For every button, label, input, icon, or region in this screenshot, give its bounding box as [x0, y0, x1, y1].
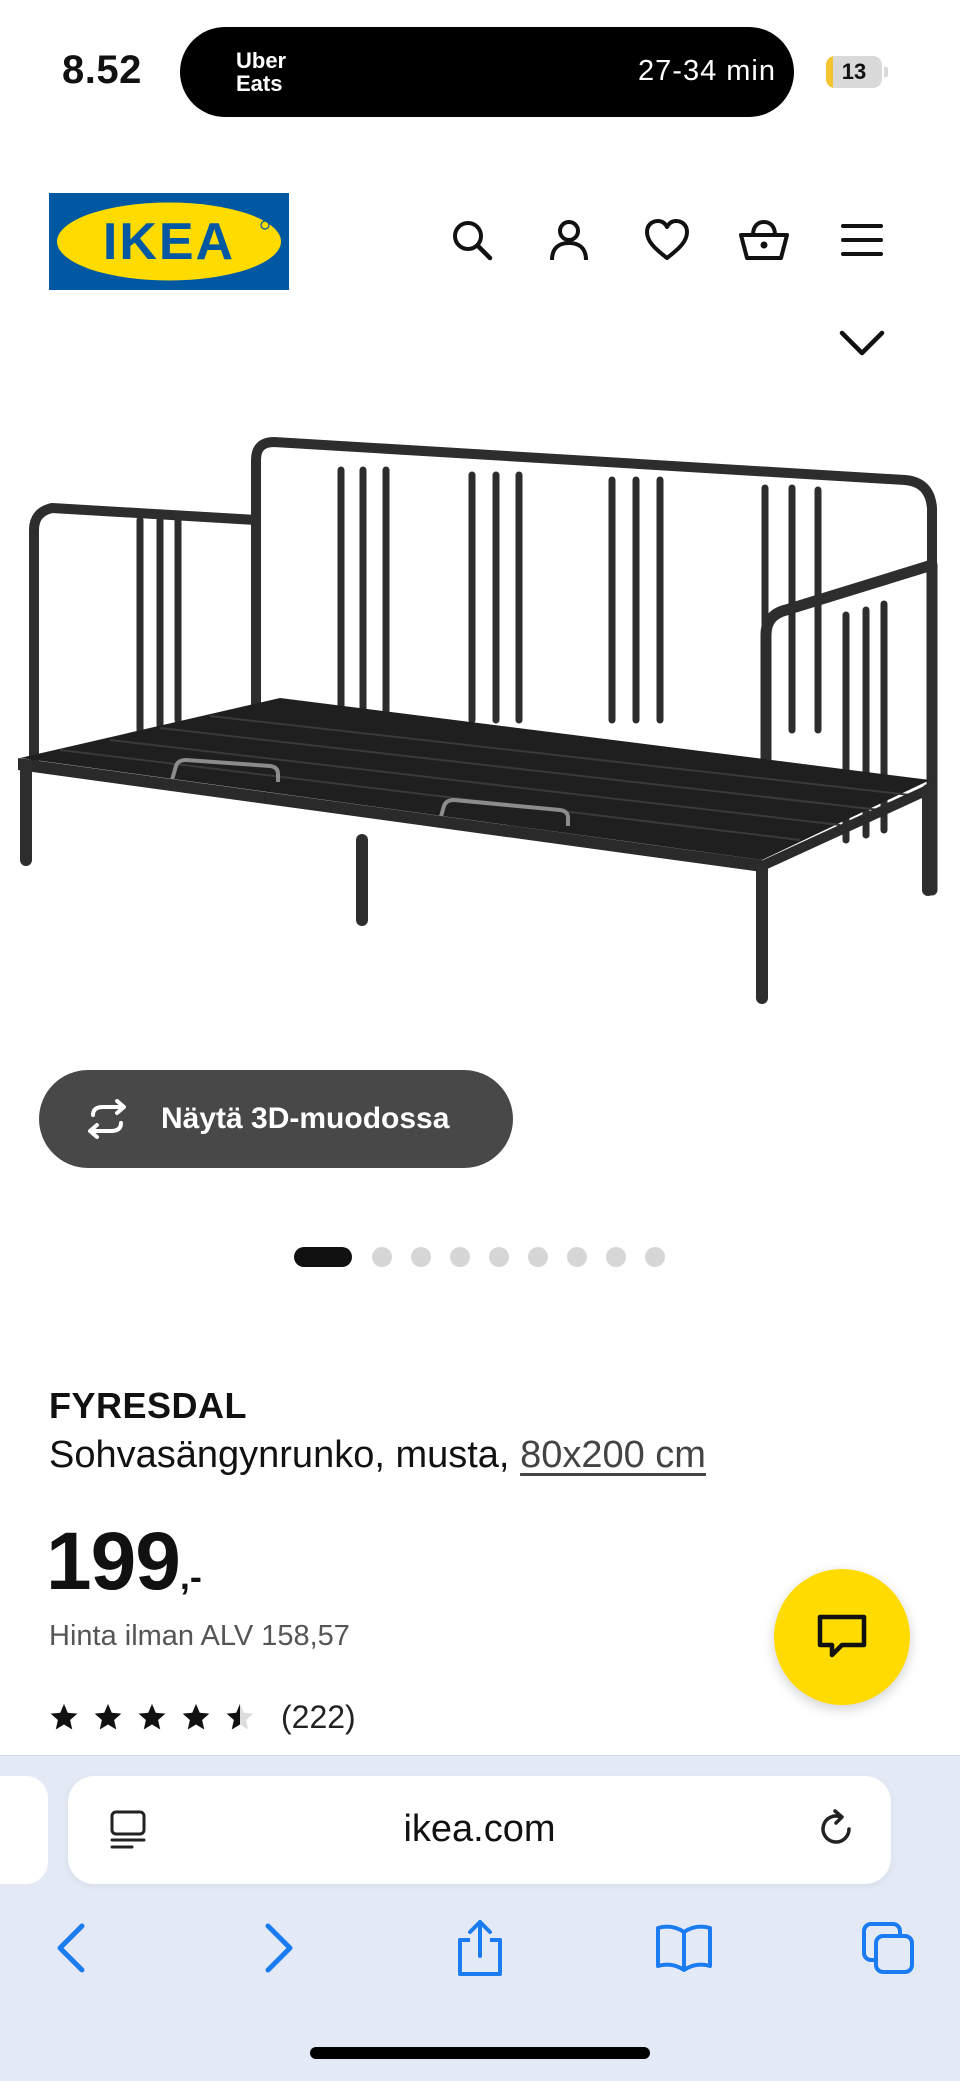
view-3d-button[interactable]: Näytä 3D-muodossa	[39, 1070, 513, 1168]
star-full-icon	[138, 1703, 166, 1730]
pagination-dot-active[interactable]	[294, 1247, 352, 1267]
status-time: 8.52	[62, 48, 142, 92]
share-icon[interactable]	[448, 1916, 512, 1980]
star-half-icon	[226, 1703, 254, 1730]
url-text: ikea.com	[403, 1808, 556, 1850]
delivery-eta: 27-34 min	[638, 55, 776, 87]
pagination-dot[interactable]	[528, 1247, 548, 1267]
menu-icon[interactable]	[834, 212, 890, 268]
basket-icon[interactable]	[736, 212, 792, 268]
battery-indicator: 13	[826, 56, 888, 88]
product-size-link[interactable]: 80x200 cm	[520, 1434, 706, 1476]
pagination-dot[interactable]	[606, 1247, 626, 1267]
pagination-dot[interactable]	[450, 1247, 470, 1267]
pagination-dot[interactable]	[489, 1247, 509, 1267]
search-icon[interactable]	[444, 212, 500, 268]
svg-text:IKEA: IKEA	[103, 213, 235, 271]
chat-button[interactable]	[774, 1569, 910, 1705]
status-bar: 8.52 Uber Eats 27-34 min 13	[0, 0, 960, 140]
image-pagination[interactable]	[0, 1245, 960, 1269]
uber-eats-logo-line-1: Uber	[236, 48, 287, 73]
product-description-text: Sohvasängynrunko, musta,	[49, 1434, 521, 1476]
forward-icon[interactable]	[246, 1916, 310, 1980]
pagination-dot[interactable]	[567, 1247, 587, 1267]
pagination-dot[interactable]	[411, 1247, 431, 1267]
uber-eats-logo-line-2: Eats	[236, 71, 283, 96]
ikea-logo[interactable]: IKEA	[49, 193, 289, 290]
bookmarks-icon[interactable]	[652, 1916, 716, 1980]
view-3d-label: Näytä 3D-muodossa	[161, 1102, 450, 1135]
price-excluding-vat: Hinta ilman ALV 158,57	[49, 1620, 350, 1652]
star-full-icon	[50, 1703, 78, 1730]
previous-tab-card[interactable]	[0, 1776, 48, 1884]
address-bar[interactable]: ikea.com	[68, 1776, 891, 1884]
rating-stars	[49, 1702, 255, 1732]
account-icon[interactable]	[541, 212, 597, 268]
live-activity-uber-eats[interactable]: Uber Eats 27-34 min	[180, 27, 794, 117]
browser-toolbar: ikea.com	[0, 1755, 960, 2081]
reload-icon[interactable]	[813, 1806, 859, 1852]
heart-icon[interactable]	[639, 212, 695, 268]
home-indicator[interactable]	[310, 2047, 650, 2059]
product-rating[interactable]: (222)	[49, 1697, 356, 1737]
rotate-3d-icon	[88, 1099, 126, 1139]
product-price: 199,-	[46, 1515, 202, 1609]
back-icon[interactable]	[40, 1916, 104, 1980]
product-name: FYRESDAL	[49, 1385, 248, 1426]
product-image[interactable]	[0, 420, 960, 1020]
star-full-icon	[94, 1703, 122, 1730]
uber-eats-logo: Uber Eats	[236, 49, 286, 95]
product-description: Sohvasängynrunko, musta, 80x200 cm	[49, 1434, 706, 1477]
pagination-dot[interactable]	[645, 1247, 665, 1267]
chat-bubble-icon	[817, 1614, 867, 1658]
price-amount: 199	[46, 1516, 181, 1607]
star-full-icon	[182, 1703, 210, 1730]
pagination-dot[interactable]	[372, 1247, 392, 1267]
battery-level: 13	[841, 59, 867, 84]
price-suffix: ,-	[179, 1556, 202, 1597]
review-count: (222)	[281, 1698, 356, 1735]
chevron-down-icon[interactable]	[836, 325, 888, 365]
tabs-icon[interactable]	[856, 1916, 920, 1980]
